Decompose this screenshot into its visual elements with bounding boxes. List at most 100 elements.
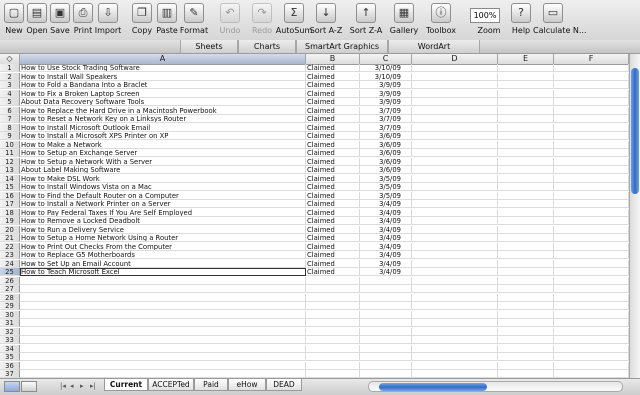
cell-empty[interactable]: [554, 251, 629, 259]
cell-title[interactable]: [20, 302, 306, 310]
row-header[interactable]: 26: [0, 276, 20, 285]
cell-title[interactable]: How to Install Microsoft Outlook Email: [20, 123, 306, 132]
gallery-button[interactable]: ▦ Gallery: [390, 2, 418, 38]
cell-date[interactable]: [360, 285, 412, 293]
cell-title[interactable]: How to Setup an Exchange Server: [20, 149, 306, 157]
cell-empty[interactable]: [498, 200, 554, 208]
cell-empty[interactable]: [412, 191, 498, 200]
cell-empty[interactable]: [554, 327, 629, 336]
cell-title[interactable]: [20, 361, 306, 370]
cell-empty[interactable]: [412, 285, 498, 293]
cell-empty[interactable]: [412, 225, 498, 234]
cell-empty[interactable]: [498, 319, 554, 327]
cell-empty[interactable]: [554, 64, 629, 72]
cell-title[interactable]: How to Make DSL Work: [20, 174, 306, 183]
toolbox-button[interactable]: ⓘ Toolbox: [426, 2, 456, 38]
cell-date[interactable]: 3/6/09: [360, 166, 412, 174]
autosum-button[interactable]: Σ AutoSum: [276, 2, 312, 38]
sheet-tab-dead[interactable]: DEAD: [266, 379, 302, 391]
cell-date[interactable]: [360, 310, 412, 319]
cell-empty[interactable]: [498, 310, 554, 319]
cell-empty[interactable]: [412, 259, 498, 268]
cell-date[interactable]: 3/4/09: [360, 225, 412, 234]
cell-empty[interactable]: [498, 361, 554, 370]
ribbon-tab-smartart-graphics[interactable]: SmartArt Graphics: [296, 40, 388, 53]
normal-view-button[interactable]: [4, 381, 20, 392]
cell-status[interactable]: Claimed: [306, 251, 360, 259]
cell-title[interactable]: How to Replace G5 Motherboards: [20, 251, 306, 259]
cell-title[interactable]: How to Setup a Home Network Using a Rout…: [20, 234, 306, 242]
cell-title[interactable]: How to Install a Network Printer on a Se…: [20, 200, 306, 208]
cell-empty[interactable]: [412, 149, 498, 157]
horizontal-scroll-thumb[interactable]: [379, 383, 487, 391]
cell-empty[interactable]: [412, 268, 498, 276]
cell-empty[interactable]: [498, 64, 554, 72]
cell-empty[interactable]: [498, 140, 554, 149]
cell-date[interactable]: 3/5/09: [360, 183, 412, 191]
cell-empty[interactable]: [554, 302, 629, 310]
cell-status[interactable]: Claimed: [306, 268, 360, 276]
cell-date[interactable]: 3/7/09: [360, 123, 412, 132]
cell-empty[interactable]: [554, 149, 629, 157]
column-header-b[interactable]: B: [306, 54, 360, 64]
cell-empty[interactable]: [554, 89, 629, 98]
cell-date[interactable]: 3/6/09: [360, 149, 412, 157]
cell-title[interactable]: How to Install Windows Vista on a Mac: [20, 183, 306, 191]
cell-empty[interactable]: [498, 344, 554, 353]
row-header[interactable]: 7: [0, 115, 20, 123]
cell-empty[interactable]: [412, 217, 498, 225]
cell-empty[interactable]: [498, 327, 554, 336]
cell-empty[interactable]: [412, 115, 498, 123]
cell-status[interactable]: Claimed: [306, 72, 360, 81]
cell-empty[interactable]: [554, 319, 629, 327]
cell-status[interactable]: Claimed: [306, 132, 360, 140]
cell-empty[interactable]: [412, 140, 498, 149]
row-header[interactable]: 35: [0, 353, 20, 361]
cell-empty[interactable]: [498, 81, 554, 89]
cell-empty[interactable]: [412, 251, 498, 259]
cell-empty[interactable]: [412, 234, 498, 242]
sheet-tab-ehow[interactable]: eHow: [228, 379, 266, 391]
next-sheet-arrow-icon[interactable]: ▸: [80, 382, 84, 390]
cell-empty[interactable]: [554, 353, 629, 361]
ribbon-tab-wordart[interactable]: WordArt: [388, 40, 480, 53]
cell-date[interactable]: [360, 276, 412, 285]
cell-empty[interactable]: [498, 89, 554, 98]
cell-empty[interactable]: [498, 268, 554, 276]
cell-empty[interactable]: [412, 302, 498, 310]
cell-date[interactable]: 3/4/09: [360, 217, 412, 225]
cell-empty[interactable]: [412, 361, 498, 370]
cell-title[interactable]: About Label Making Software: [20, 166, 306, 174]
cell-title[interactable]: [20, 327, 306, 336]
sheet-tab-accepted[interactable]: ACCEPTed: [148, 379, 194, 391]
cell-empty[interactable]: [554, 208, 629, 217]
cell-date[interactable]: 3/4/09: [360, 234, 412, 242]
cell-empty[interactable]: [498, 157, 554, 166]
first-sheet-arrow-icon[interactable]: |◂: [60, 382, 66, 390]
row-header[interactable]: 5: [0, 98, 20, 106]
cell-empty[interactable]: [498, 183, 554, 191]
column-header-d[interactable]: D: [412, 54, 498, 64]
cell-status[interactable]: Claimed: [306, 183, 360, 191]
cell-empty[interactable]: [498, 132, 554, 140]
cell-empty[interactable]: [498, 234, 554, 242]
cell-status[interactable]: [306, 370, 360, 378]
cell-empty[interactable]: [554, 81, 629, 89]
cell-empty[interactable]: [554, 259, 629, 268]
cell-title[interactable]: How to Reset a Network Key on a Linksys …: [20, 115, 306, 123]
cell-date[interactable]: [360, 327, 412, 336]
cell-empty[interactable]: [498, 276, 554, 285]
cell-empty[interactable]: [412, 183, 498, 191]
cell-empty[interactable]: [554, 140, 629, 149]
cell-title[interactable]: [20, 293, 306, 302]
cell-empty[interactable]: [412, 370, 498, 378]
select-all-corner[interactable]: ◇: [0, 54, 20, 64]
cell-status[interactable]: Claimed: [306, 157, 360, 166]
cell-empty[interactable]: [554, 98, 629, 106]
cell-status[interactable]: Claimed: [306, 259, 360, 268]
cell-title[interactable]: How to Install a Microsoft XPS Printer o…: [20, 132, 306, 140]
cell-title[interactable]: How to Fix a Broken Laptop Screen: [20, 89, 306, 98]
cell-status[interactable]: Claimed: [306, 115, 360, 123]
cell-empty[interactable]: [554, 106, 629, 115]
cell-empty[interactable]: [554, 234, 629, 242]
